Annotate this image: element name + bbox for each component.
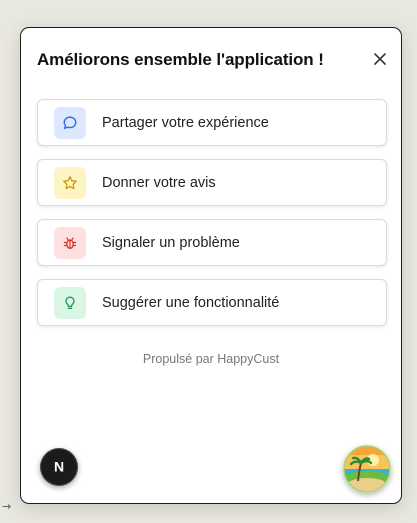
bug-icon	[54, 226, 86, 259]
next-logo-icon: N	[54, 459, 64, 475]
next-logo-badge[interactable]: N	[40, 448, 78, 486]
option-label: Signaler un problème	[102, 234, 240, 251]
star-icon	[54, 166, 86, 199]
feedback-modal: Améliorons ensemble l'application ! Part…	[20, 27, 402, 504]
avatar-button[interactable]	[343, 445, 391, 493]
share-experience-option[interactable]: Partager votre expérience	[37, 99, 387, 146]
arrow-glyph: →	[2, 500, 12, 513]
suggest-feature-option[interactable]: Suggérer une fonctionnalité	[37, 279, 387, 326]
chat-bubble-icon	[54, 106, 86, 139]
options-list: Partager votre expérience Donner votre a…	[37, 99, 387, 339]
option-label: Donner votre avis	[102, 174, 216, 191]
option-label: Suggérer une fonctionnalité	[102, 294, 280, 311]
powered-by-text: Propulsé par HappyCust	[142, 352, 280, 366]
next-letter: N	[54, 459, 64, 475]
close-icon	[374, 53, 386, 65]
report-problem-option[interactable]: Signaler un problème	[37, 219, 387, 266]
option-label: Partager votre expérience	[102, 114, 269, 131]
lightbulb-icon	[54, 286, 86, 319]
give-feedback-option[interactable]: Donner votre avis	[37, 159, 387, 206]
modal-title: Améliorons ensemble l'application !	[37, 50, 324, 69]
island-avatar-icon	[343, 445, 391, 493]
close-button[interactable]	[371, 50, 389, 68]
